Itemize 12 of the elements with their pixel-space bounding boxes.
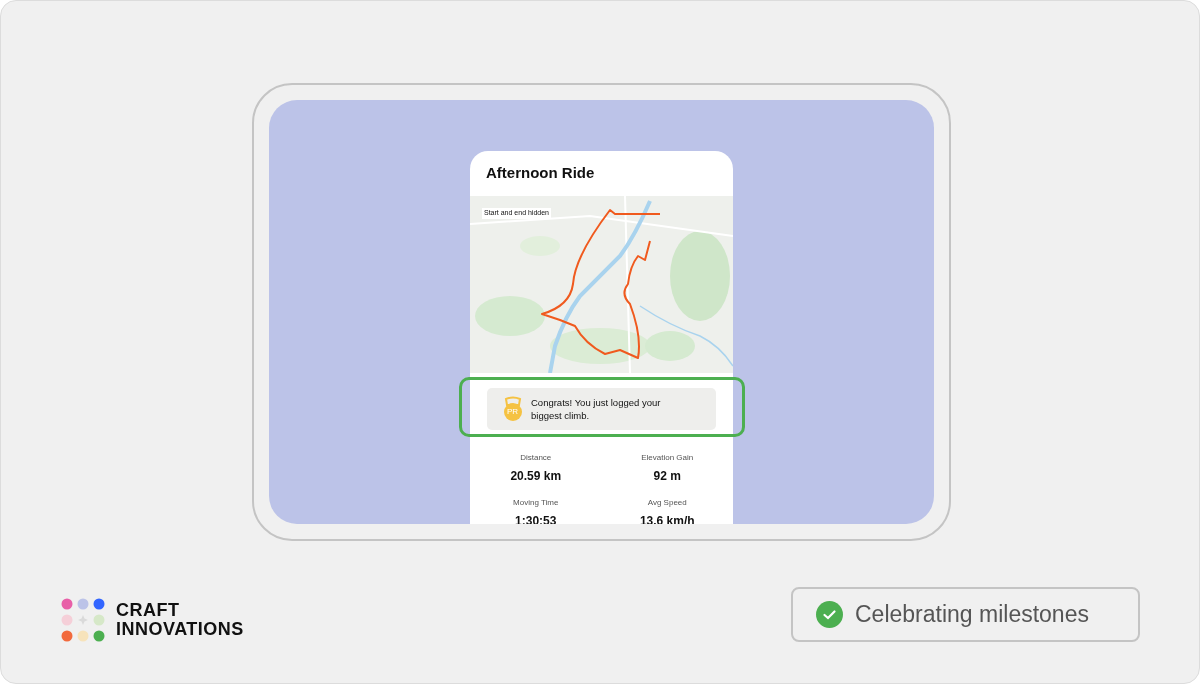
brand-name: CRAFT xyxy=(116,601,181,620)
stat-value: 92 m xyxy=(653,468,681,485)
stat-label: Distance xyxy=(520,452,552,464)
pr-label: PR xyxy=(507,407,519,417)
activity-title: Afternoon Ride xyxy=(486,163,595,184)
stat-label: Avg Speed xyxy=(647,497,687,509)
stat-label: Elevation Gain xyxy=(641,452,694,464)
caption-text: Celebrating milestones xyxy=(855,600,1089,630)
stat-label: Moving Time xyxy=(513,497,559,509)
stat-value: 20.59 km xyxy=(510,468,562,485)
brand-name: INNOVATIONS xyxy=(116,620,244,639)
achievement-text: Congrats! You just logged your biggest climb. xyxy=(531,396,662,422)
